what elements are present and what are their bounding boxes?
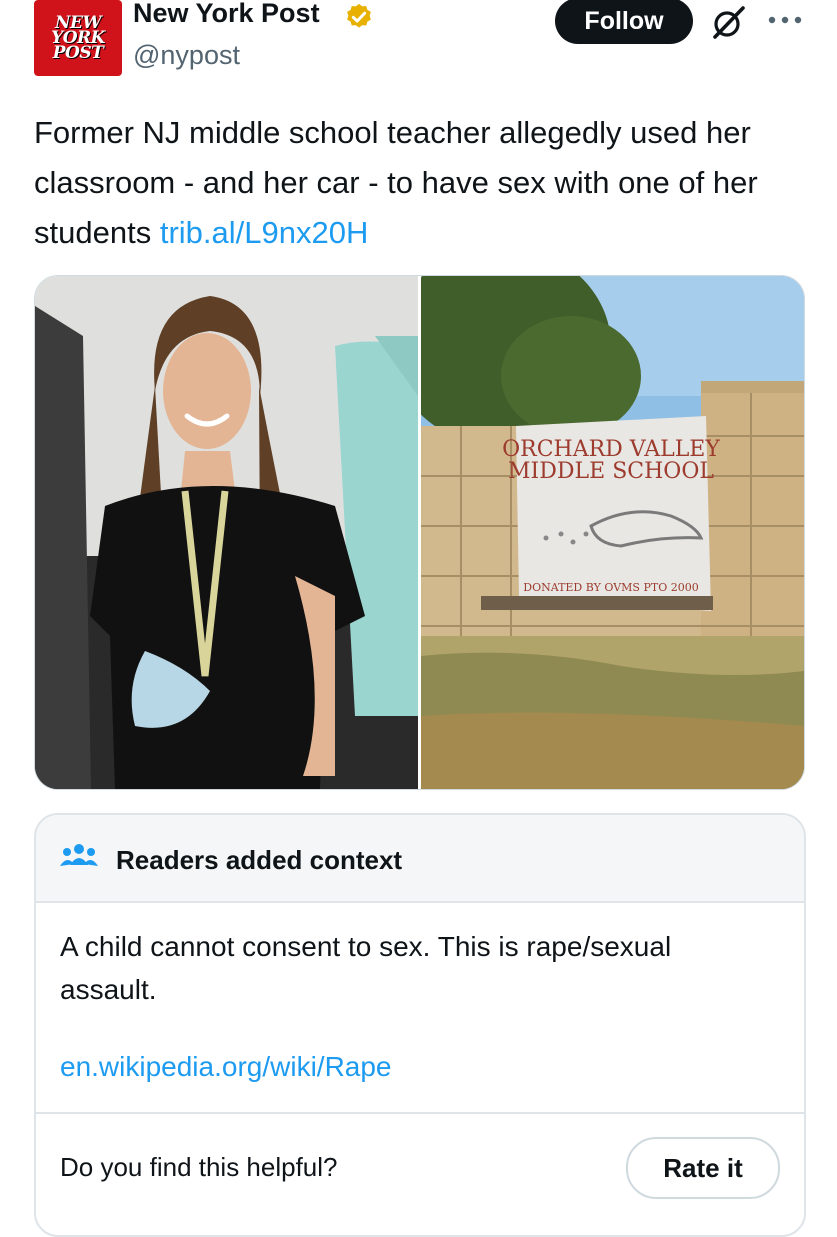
display-name[interactable]: New York Post [133,0,320,29]
tweet-link[interactable]: trib.al/L9nx20H [160,215,369,250]
verified-badge-icon[interactable] [344,2,374,32]
people-icon [60,844,98,866]
handle[interactable]: @nypost [133,40,240,71]
grok-icon[interactable] [711,4,747,40]
rate-it-button[interactable]: Rate it [626,1137,780,1199]
avatar[interactable]: NEW YORK POST [34,0,122,76]
tweet-media[interactable]: ORCHARD VALLEY MIDDLE SCHOOL DONATED BY … [34,275,805,790]
school-sign-photo[interactable]: ORCHARD VALLEY MIDDLE SCHOOL DONATED BY … [421,276,804,789]
more-icon[interactable] [765,8,805,32]
sign-plaque: DONATED BY OVMS PTO 2000 [523,581,698,594]
community-note: Readers added context A child cannot con… [34,813,806,1237]
avatar-line-3: POST [52,42,104,63]
tweet-body: Former NJ middle school teacher allegedl… [34,115,758,250]
divider [36,1112,804,1114]
note-body: A child cannot consent to sex. This is r… [60,931,672,1005]
follow-button[interactable]: Follow [555,0,693,44]
note-source-link[interactable]: en.wikipedia.org/wiki/Rape [60,1051,392,1083]
tweet-text: Former NJ middle school teacher allegedl… [34,108,804,258]
note-title: Readers added context [116,845,403,875]
sign-line-2: MIDDLE SCHOOL [508,459,714,484]
teacher-photo[interactable] [35,276,418,789]
helpful-question: Do you find this helpful? [60,1152,338,1182]
note-header: Readers added context [36,815,804,903]
